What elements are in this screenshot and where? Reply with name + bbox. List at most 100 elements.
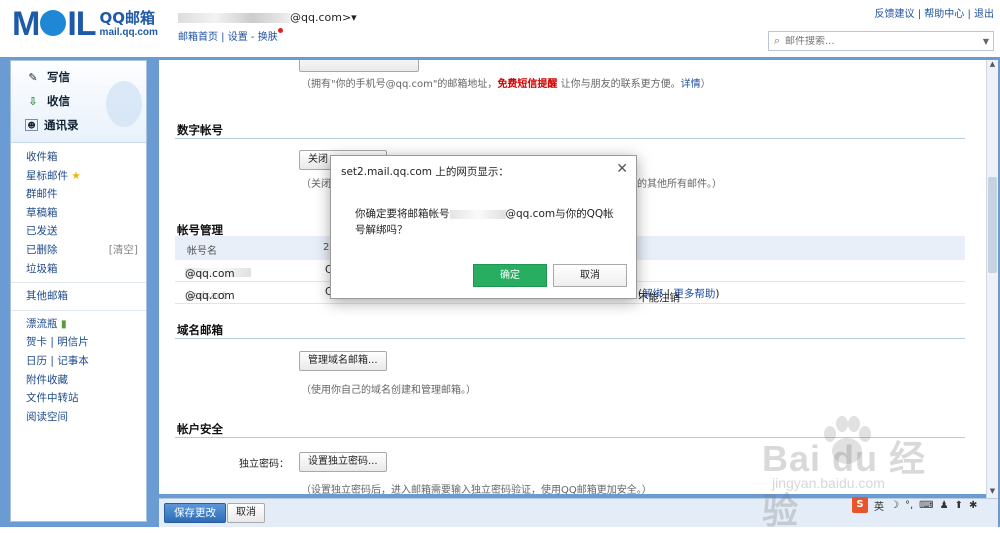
dialog-ok-button[interactable]: 确定 [473, 264, 547, 287]
top-links: 反馈建议 | 帮助中心 | 退出 [874, 9, 994, 20]
phone-note-end: ） [700, 79, 711, 90]
keyboard-icon[interactable]: ⌨ [919, 500, 933, 511]
logo-brand: QQ邮箱 [99, 9, 156, 27]
sms-reminder-text: 免费短信提醒 [497, 79, 558, 90]
account-suffix: @qq.com [185, 268, 235, 280]
file-transfer-link[interactable]: 文件中转站 [26, 389, 146, 408]
link-settings[interactable]: 设置 [228, 32, 248, 43]
sidebar: ✎ 写信 ⇩ 收信 ☻ 通讯录 收件箱 星标邮件 ★ 群邮件 草稿箱 已发送 已… [10, 60, 147, 522]
header: M IL QQ邮箱 mail.qq.com @qq.com>▾ 邮箱首页 | 设置… [0, 0, 1000, 57]
section-digital-account: 数字帐号 [177, 123, 223, 137]
link-feedback[interactable]: 反馈建议 [875, 9, 915, 20]
link-logout[interactable]: 退出 [974, 9, 994, 20]
header-sub-links: 邮箱首页 | 设置 - 换肤 [178, 28, 283, 43]
ime-toolbar: S 英 ☽ °, ⌨ ♟ ⬆ ✱ [852, 496, 998, 514]
password-note: （设置独立密码后，进入邮箱需要输入独立密码验证，使用QQ邮箱更加安全。） [301, 485, 652, 494]
sidebar-primary: ✎ 写信 ⇩ 收信 ☻ 通讯录 [11, 61, 146, 143]
digital-note-end: 的其他所有邮件。） [637, 179, 722, 190]
manage-domain-button[interactable]: 管理域名邮箱... [299, 351, 387, 371]
phone-note-text: （拥有"你的手机号@qq.com"的邮箱地址， [301, 79, 498, 90]
sogou-ime-icon[interactable]: S [852, 497, 868, 513]
search-icon[interactable]: ⌕ [769, 34, 785, 48]
contacts-label: 通讯录 [44, 118, 79, 132]
divider [175, 338, 965, 339]
vertical-scrollbar[interactable]: ▲ ▼ [986, 60, 998, 498]
row-actions: 不能注销 (解绑 | 更多帮助) [638, 288, 720, 304]
cancel-button[interactable]: 取消 [227, 503, 265, 523]
folder-inbox[interactable]: 收件箱 [26, 148, 146, 167]
scroll-up-icon[interactable]: ▲ [987, 60, 998, 71]
user-suffix: @qq.com> [290, 11, 352, 24]
divider [11, 309, 146, 311]
attachment-collection-link[interactable]: 附件收藏 [26, 371, 146, 390]
folder-group[interactable]: 群邮件 [26, 185, 146, 204]
folder-spam[interactable]: 垃圾箱 [26, 260, 146, 279]
account-suffix: @qq.com [185, 290, 235, 302]
chevron-down-icon[interactable]: ▾ [351, 11, 357, 24]
skin-icon[interactable]: ⬆ [955, 500, 963, 511]
user-account[interactable]: @qq.com>▾ [178, 11, 357, 24]
drift-bottle-label: 漂流瓶 [26, 317, 58, 330]
dialog-cancel-button[interactable]: 取消 [553, 264, 627, 287]
link-help[interactable]: 帮助中心 [924, 9, 964, 20]
reading-space-link[interactable]: 阅读空间 [26, 408, 146, 427]
logo-o-icon [40, 10, 67, 37]
star-icon: ★ [71, 169, 81, 182]
user-icon[interactable]: ♟ [940, 500, 949, 511]
folder-drafts[interactable]: 草稿箱 [26, 204, 146, 223]
punctuation-icon[interactable]: °, [905, 500, 913, 511]
link-switch-skin[interactable]: 换肤 [258, 32, 278, 43]
details-link[interactable]: 详情 [681, 79, 701, 90]
ime-lang-label[interactable]: 英 [874, 498, 884, 513]
folder-starred-label: 星标邮件 [26, 169, 68, 182]
inbox-download-icon: ⇩ [28, 94, 38, 108]
logo-mail-text: M IL [12, 5, 97, 43]
mail-search-box[interactable]: ⌕ ▼ [768, 31, 994, 51]
cannot-cancel-text: 不能注销 [638, 292, 680, 304]
scroll-thumb[interactable] [988, 177, 997, 273]
drift-bottle-link[interactable]: 漂流瓶 ▮ [26, 315, 146, 334]
moon-icon[interactable]: ☽ [890, 500, 899, 511]
cut-off-button[interactable] [299, 60, 419, 72]
calendar-link[interactable]: 日历 [26, 355, 47, 367]
search-dropdown-icon[interactable]: ▼ [979, 37, 993, 46]
contacts-icon: ☻ [25, 119, 38, 131]
folder-deleted-label: 已删除 [26, 243, 58, 256]
search-input[interactable] [785, 35, 979, 47]
divider [11, 282, 146, 284]
bottle-icon: ▮ [60, 317, 67, 330]
greeting-card-link[interactable]: 贺卡 [26, 336, 47, 348]
notes-link[interactable]: 记事本 [57, 355, 89, 367]
qq-mail-logo[interactable]: M IL QQ邮箱 mail.qq.com [12, 6, 158, 42]
redacted-account [178, 13, 290, 23]
notification-dot-icon [277, 28, 283, 33]
divider [175, 138, 965, 139]
dialog-title: set2.mail.qq.com 上的网页显示： [341, 166, 509, 178]
section-account-security: 帐户安全 [177, 422, 223, 436]
phone-note-text-2: 让你与朋友的联系更方便。 [557, 79, 681, 90]
confirm-dialog: set2.mail.qq.com 上的网页显示： ✕ 你确定要将邮箱帐号 @qq.… [330, 155, 637, 299]
set-password-button[interactable]: 设置独立密码... [299, 452, 387, 472]
col-account-name: 帐号名 [187, 246, 217, 257]
independent-password-label: 独立密码： [239, 459, 289, 470]
compose-label: 写信 [47, 70, 70, 84]
calendar-row: 日历 | 记事本 [26, 354, 89, 367]
folder-sent[interactable]: 已发送 [26, 222, 146, 241]
folder-deleted[interactable]: 已删除 [清空] [26, 241, 146, 260]
close-icon[interactable]: ✕ [616, 161, 628, 177]
logo-domain: mail.qq.com [99, 27, 158, 38]
phone-note: （拥有"你的手机号@qq.com"的邮箱地址，免费短信提醒 让你与朋友的联系更方… [301, 75, 711, 90]
redacted-account [449, 209, 506, 219]
save-changes-button[interactable]: 保存更改 [164, 503, 226, 523]
folder-starred[interactable]: 星标邮件 ★ [26, 167, 146, 186]
folder-other-mailbox[interactable]: 其他邮箱 [26, 287, 146, 306]
link-mail-home[interactable]: 邮箱首页 [178, 32, 218, 43]
postcard-link[interactable]: 明信片 [57, 336, 89, 348]
clean-deleted-link[interactable]: [清空] [109, 241, 138, 260]
cards-row: 贺卡 | 明信片 [26, 336, 89, 349]
col-second: 2 [323, 242, 330, 253]
qq-penguin-watermark-icon [106, 81, 142, 127]
pencil-icon: ✎ [28, 70, 38, 84]
settings-icon[interactable]: ✱ [969, 500, 977, 511]
divider [175, 437, 965, 438]
